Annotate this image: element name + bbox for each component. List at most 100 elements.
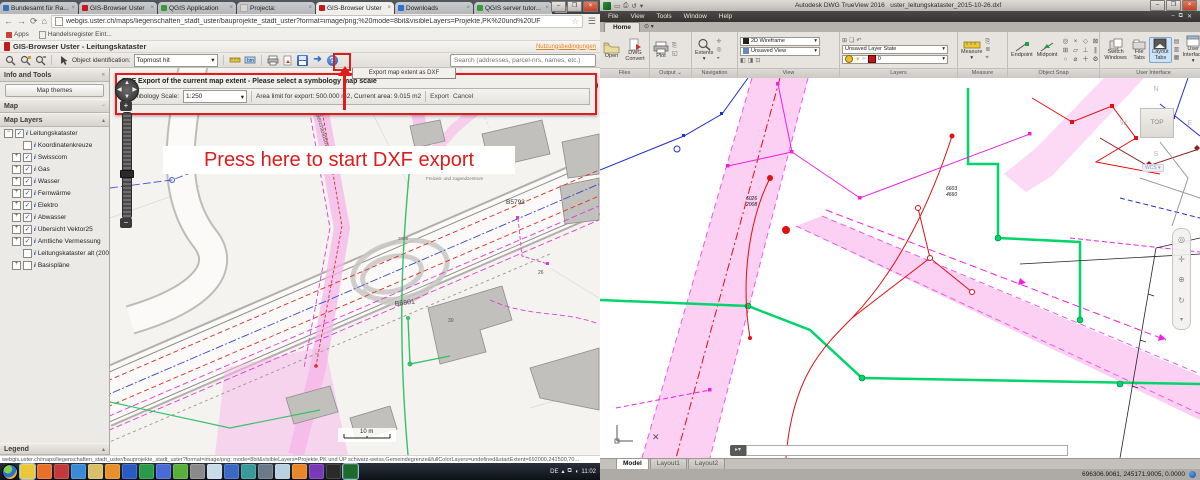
expander-icon[interactable]: + [12, 225, 21, 234]
cad-canvas[interactable]: 6026 2008 6603 4660 N W TOP E S WCS ▾ ◎ … [600, 78, 1200, 458]
export-button[interactable]: Export [430, 93, 449, 100]
export-dxf-icon[interactable] [297, 54, 309, 66]
pan-up-icon[interactable]: ▲ [124, 80, 130, 86]
taskbar-icon-dwg-trueview[interactable] [343, 464, 358, 479]
switch-windows-button[interactable]: Switch Windows [1102, 38, 1129, 62]
command-bar[interactable]: ▸▾ [730, 445, 1068, 456]
layer-isolate-icon[interactable]: ❏ [849, 37, 854, 44]
info-icon[interactable]: i [34, 154, 36, 161]
info-icon[interactable]: i [34, 238, 36, 245]
ribbon-options-icon[interactable]: ⊙ ▾ [644, 22, 654, 32]
restore-button[interactable]: ❐ [1166, 0, 1181, 11]
pan-right-icon[interactable]: ▶ [132, 87, 137, 93]
viewcube-west[interactable]: W [1120, 120, 1127, 127]
layer-checkbox[interactable]: ✓ [23, 177, 32, 186]
tab-close-icon[interactable]: × [229, 5, 233, 11]
clock[interactable]: 11:02 [581, 469, 596, 475]
snap-quadrant-icon[interactable]: ◇ [1081, 37, 1091, 46]
visual-style-select[interactable]: 2D Wireframe▾ [740, 37, 820, 46]
snap-center-icon[interactable]: ◎ [1061, 37, 1071, 46]
expander-icon[interactable]: + [12, 237, 21, 246]
taskbar-icon-dual-monitor[interactable] [258, 464, 273, 479]
mdi-close-icon[interactable]: ✕ [1187, 13, 1192, 20]
tab-close-icon[interactable]: × [466, 5, 470, 11]
chevron-down-icon[interactable]: ▾ [640, 2, 643, 10]
close-button[interactable]: × [1182, 0, 1197, 11]
preview-icon[interactable]: ◱ [672, 51, 678, 58]
display-icon[interactable]: ⧉ [568, 468, 572, 475]
taskbar-icon-word[interactable] [122, 464, 137, 479]
taskbar-icon-vlc[interactable] [105, 464, 120, 479]
pan-arrow-icon[interactable]: ➜ [312, 54, 324, 66]
taskbar-icon-gray-app[interactable] [190, 464, 205, 479]
layer-checkbox[interactable]: ✓ [23, 225, 32, 234]
map-canvas[interactable]: B6801 B5793 Freizeit- und Jugendzentrum … [110, 68, 600, 455]
midpoint-button[interactable]: Midpoint [1036, 41, 1059, 59]
open-button[interactable]: Open [602, 41, 621, 60]
snap-insertion-icon[interactable]: ▱ [1071, 46, 1081, 55]
measure-area-icon[interactable]: bm [244, 54, 256, 66]
browser-tab[interactable]: QGIS server tutor...× [474, 2, 552, 14]
zoom-icon[interactable]: ⊕ [1178, 275, 1185, 284]
user-interface-button[interactable]: User Interface▾ [1181, 35, 1200, 64]
minimize-button[interactable]: – [1150, 0, 1165, 11]
url-text[interactable]: webgis.uster.ch/maps/liegenschaften_stad… [66, 18, 569, 25]
taskbar-icon-explorer[interactable] [88, 464, 103, 479]
expander-icon[interactable]: + [12, 201, 21, 210]
layer-checkbox[interactable] [23, 249, 32, 258]
status-indicator-icon[interactable] [1189, 471, 1196, 478]
zoom-tool-icon[interactable] [4, 54, 16, 66]
zoom-slider-track[interactable] [122, 112, 132, 219]
zoom-slider-handle[interactable] [120, 170, 134, 178]
tab-close-icon[interactable]: × [308, 5, 312, 11]
tab-close-icon[interactable]: × [387, 5, 391, 11]
layer-checkbox[interactable]: ✓ [15, 129, 24, 138]
stack-icon-3[interactable]: ▦ [1174, 55, 1180, 62]
layout-tabs-button[interactable]: Layout Tabs [1149, 37, 1172, 63]
open-icon[interactable]: ▭ [614, 2, 620, 10]
minimize-button[interactable]: – [551, 1, 566, 12]
info-icon[interactable]: i [34, 178, 36, 185]
cancel-button[interactable]: Cancel [453, 93, 473, 100]
tab-close-icon[interactable]: × [150, 5, 154, 11]
expander-icon[interactable]: + [12, 261, 21, 270]
browser-tab[interactable]: Projecta:× [237, 2, 315, 14]
taskbar-icon-quicktime[interactable] [309, 464, 324, 479]
trueview-logo-icon[interactable] [603, 2, 611, 10]
layer-row[interactable]: +✓iElektro [0, 199, 109, 211]
layer-state-select[interactable]: Unsaved Layer State▾ [842, 45, 948, 54]
taskbar-icon-opera[interactable] [54, 464, 69, 479]
viewcube-east[interactable]: E [1187, 120, 1192, 127]
snap-apparent-icon[interactable]: ＋ [1081, 55, 1091, 64]
ribbon-tab-home[interactable]: Home [604, 22, 640, 32]
layer-properties-icon[interactable]: ⊞ [842, 37, 847, 44]
collapse-icon[interactable]: ▴ [102, 446, 105, 453]
command-input[interactable] [746, 445, 1068, 456]
orbit-icon[interactable]: ↻ [1178, 296, 1185, 305]
taskbar-icon-firefox[interactable] [37, 464, 52, 479]
layer-row[interactable]: +✓iWasser [0, 175, 109, 187]
language-indicator[interactable]: DE [550, 469, 558, 475]
layer-checkbox[interactable]: ✓ [23, 213, 32, 222]
menu-help[interactable]: Help [719, 13, 732, 20]
zoom-in-tool-icon[interactable] [19, 54, 31, 66]
collapse-icon[interactable]: « [102, 72, 105, 78]
taskbar-icon-photo-viewer[interactable] [207, 464, 222, 479]
expander-icon[interactable]: − [4, 129, 13, 138]
volume-icon[interactable]: ◖ [575, 469, 579, 475]
bookmark-item[interactable]: Handelsregister Eint... [39, 31, 112, 39]
map-themes-button[interactable]: Map themes [5, 84, 104, 97]
browser-tab[interactable]: Bundesamt für Ra...× [0, 2, 78, 14]
view-manager-icon[interactable]: ⊡ [755, 57, 760, 64]
url-box[interactable]: webgis.uster.ch/maps/liegenschaften_stad… [51, 15, 583, 28]
identify-tool-icon[interactable] [57, 54, 69, 66]
chevron-down-icon[interactable]: ▾ [1180, 316, 1183, 323]
browser-tab-active[interactable]: GIS-Browser Uster× [316, 2, 394, 14]
snap-extension-icon[interactable]: ⊞ [1061, 46, 1071, 55]
info-icon[interactable]: i [34, 190, 36, 197]
symbology-scale-select[interactable]: 1:250▾ [183, 90, 247, 103]
layer-row[interactable]: +✓iAmtliche Vermessung [0, 235, 109, 247]
legend-header[interactable]: Legend▴ [0, 443, 109, 455]
taskbar-icon-internet-explorer[interactable] [71, 464, 86, 479]
layer-row[interactable]: +iBasispläne [0, 259, 109, 271]
